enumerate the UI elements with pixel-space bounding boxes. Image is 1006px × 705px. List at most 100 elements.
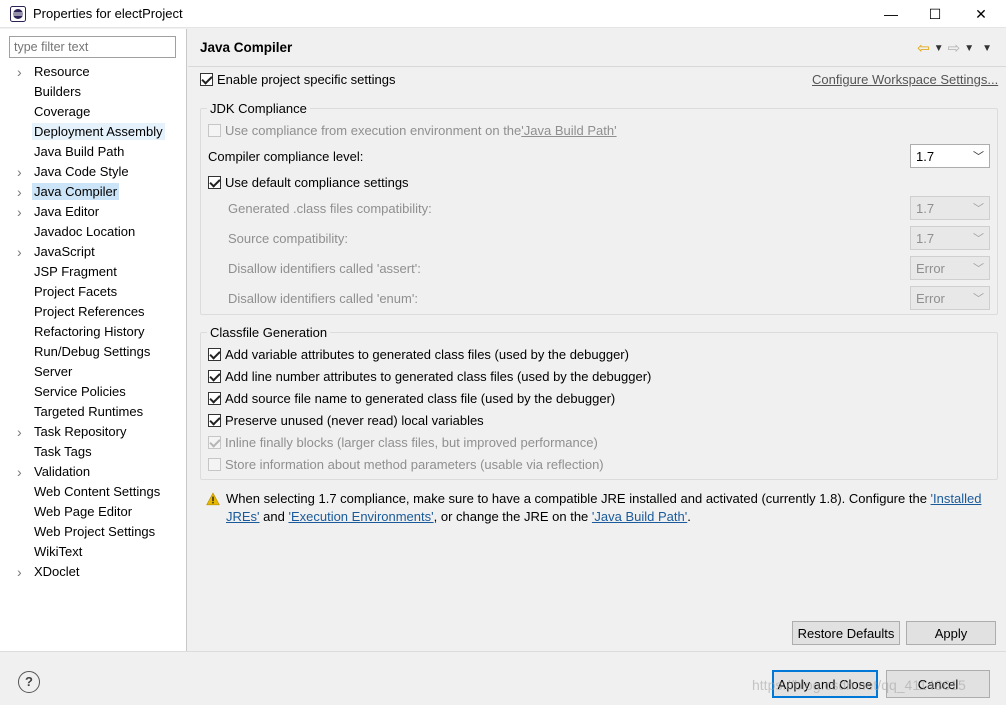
checkbox-box — [200, 73, 213, 86]
sidebar-item-label: Resource — [34, 64, 90, 79]
help-icon[interactable]: ? — [18, 671, 40, 693]
close-button[interactable]: ✕ — [958, 0, 1004, 28]
chevron-down-icon: ﹀ — [973, 151, 984, 163]
sidebar-item[interactable]: Javadoc Location — [0, 222, 186, 242]
classfile-option-checkbox[interactable]: Add variable attributes to generated cla… — [208, 347, 629, 362]
filter-input[interactable] — [9, 36, 176, 58]
restore-defaults-button[interactable]: Restore Defaults — [792, 621, 900, 645]
enable-project-specific-checkbox[interactable]: Enable project specific settings — [200, 72, 395, 87]
expand-arrow-icon[interactable]: › — [17, 242, 27, 262]
execution-environments-link[interactable]: 'Execution Environments' — [288, 509, 433, 524]
compliance-level-select[interactable]: 1.7 ﹀ — [910, 144, 990, 168]
sidebar-item-label: Service Policies — [34, 384, 126, 399]
warning-text: When selecting 1.7 compliance, make sure… — [226, 491, 982, 524]
sidebar-item-label: Javadoc Location — [34, 224, 136, 239]
java-build-path-link[interactable]: 'Java Build Path' — [592, 509, 687, 524]
classfile-option-checkbox[interactable]: Add source file name to generated class … — [208, 391, 615, 406]
back-arrow-icon[interactable]: ⇦ — [917, 39, 930, 57]
main-pane: Java Compiler ⇦ ▼ ⇨ ▼ ▼ Enable project s… — [188, 29, 1006, 651]
jdk-compliance-title: JDK Compliance — [207, 101, 310, 116]
sidebar-item-label: Task Repository — [34, 424, 127, 439]
forward-dropdown-icon[interactable]: ▼ — [964, 43, 974, 54]
checkbox-box — [208, 392, 221, 405]
warning-icon — [206, 492, 220, 506]
back-dropdown-icon[interactable]: ▼ — [934, 43, 944, 54]
classfile-option-checkbox[interactable]: Add line number attributes to generated … — [208, 369, 651, 384]
sidebar-item[interactable]: Task Tags — [0, 442, 186, 462]
sidebar-item-label: Deployment Assembly — [32, 123, 165, 140]
checkbox-box — [208, 176, 221, 189]
checkbox-box — [208, 124, 221, 137]
classfile-option-checkbox[interactable]: Preserve unused (never read) local varia… — [208, 413, 484, 428]
sidebar-item[interactable]: › JavaScript — [0, 242, 186, 262]
chevron-down-icon: ﹀ — [973, 263, 984, 275]
use-default-compliance-checkbox[interactable]: Use default compliance settings — [208, 175, 409, 190]
classfile-option-label: Add line number attributes to generated … — [225, 369, 652, 384]
chevron-down-icon: ﹀ — [973, 293, 984, 305]
sidebar-item[interactable]: Service Policies — [0, 382, 186, 402]
classfile-option-checkbox: Store information about method parameter… — [208, 457, 604, 472]
sidebar-item[interactable]: Web Content Settings — [0, 482, 186, 502]
sidebar-item-label: Project References — [34, 304, 145, 319]
sidebar-item[interactable]: Web Page Editor — [0, 502, 186, 522]
sidebar-item[interactable]: › Java Editor — [0, 202, 186, 222]
compliance-level-label: Compiler compliance level: — [208, 149, 364, 164]
sidebar-item-label: Java Compiler — [32, 183, 120, 200]
sidebar: › Resource Builders Coverage Deployment Asse… — [0, 29, 187, 651]
nav-toolbar: ⇦ ▼ ⇨ ▼ ▼ — [917, 39, 992, 57]
classfile-option-label: Preserve unused (never read) local varia… — [225, 413, 484, 428]
expand-arrow-icon[interactable]: › — [17, 422, 27, 442]
minimize-button[interactable]: — — [868, 0, 914, 28]
maximize-button[interactable]: ☐ — [912, 0, 958, 28]
disallow-assert-label: Disallow identifiers called 'assert': — [228, 261, 421, 276]
expand-arrow-icon[interactable]: › — [17, 462, 27, 482]
disallow-assert-select: Error ﹀ — [910, 256, 990, 280]
classfile-option-checkbox: Inline finally blocks (larger class file… — [208, 435, 598, 450]
sidebar-item[interactable]: Web Project Settings — [0, 522, 186, 542]
generated-class-label: Generated .class files compatibility: — [228, 201, 432, 216]
sidebar-item[interactable]: Project References — [0, 302, 186, 322]
sidebar-item[interactable]: Deployment Assembly — [0, 122, 186, 142]
sidebar-item[interactable]: Project Facets — [0, 282, 186, 302]
sidebar-item[interactable]: › Java Code Style — [0, 162, 186, 182]
classfile-option-label: Add source file name to generated class … — [225, 391, 616, 406]
page-title: Java Compiler — [200, 40, 293, 55]
expand-arrow-icon[interactable]: › — [17, 162, 27, 182]
expand-arrow-icon[interactable]: › — [17, 62, 27, 82]
java-build-path-link[interactable]: 'Java Build Path' — [521, 123, 616, 138]
view-menu-icon[interactable]: ▼ — [982, 43, 992, 54]
sidebar-item[interactable]: Server — [0, 362, 186, 382]
sidebar-item[interactable]: Java Build Path — [0, 142, 186, 162]
expand-arrow-icon[interactable]: › — [17, 202, 27, 222]
expand-arrow-icon[interactable]: › — [17, 182, 27, 202]
sidebar-item-label: JavaScript — [34, 244, 95, 259]
sidebar-item-label: Run/Debug Settings — [34, 344, 151, 359]
sidebar-item[interactable]: Builders — [0, 82, 186, 102]
sidebar-item[interactable]: Targeted Runtimes — [0, 402, 186, 422]
sidebar-item-label: Builders — [34, 84, 81, 99]
sidebar-item[interactable]: JSP Fragment — [0, 262, 186, 282]
sidebar-item[interactable]: › Validation — [0, 462, 186, 482]
sidebar-item[interactable]: Coverage — [0, 102, 186, 122]
use-compliance-checkbox: Use compliance from execution environmen… — [208, 123, 617, 138]
sidebar-item[interactable]: › Java Compiler — [0, 182, 186, 202]
sidebar-item[interactable]: WikiText — [0, 542, 186, 562]
sidebar-item[interactable]: Refactoring History — [0, 322, 186, 342]
chevron-down-icon: ﹀ — [973, 203, 984, 215]
sidebar-item[interactable]: › Task Repository — [0, 422, 186, 442]
checkbox-box — [208, 348, 221, 361]
apply-button[interactable]: Apply — [906, 621, 996, 645]
sidebar-item-label: Targeted Runtimes — [34, 404, 144, 419]
sidebar-item[interactable]: › Resource — [0, 62, 186, 82]
header-separator — [188, 66, 1006, 67]
checkbox-box — [208, 458, 221, 471]
generated-class-select: 1.7 ﹀ — [910, 196, 990, 220]
configure-workspace-link[interactable]: Configure Workspace Settings... — [812, 72, 998, 87]
sidebar-item[interactable]: Run/Debug Settings — [0, 342, 186, 362]
sidebar-item[interactable]: › XDoclet — [0, 562, 186, 582]
expand-arrow-icon[interactable]: › — [17, 562, 27, 582]
sidebar-item-label: Web Content Settings — [34, 484, 161, 499]
classfile-option-label: Store information about method parameter… — [225, 457, 604, 472]
forward-arrow-icon[interactable]: ⇨ — [948, 39, 961, 57]
checkbox-box — [208, 436, 221, 449]
